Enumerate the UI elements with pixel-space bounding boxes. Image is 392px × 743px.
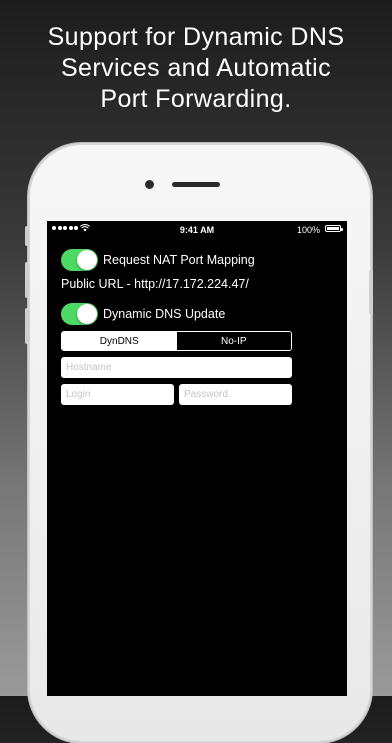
public-url-text: Public URL - http://17.172.224.47/ xyxy=(61,277,249,291)
mute-switch xyxy=(25,226,29,246)
nat-port-mapping-toggle[interactable] xyxy=(61,249,98,271)
volume-down-button xyxy=(25,308,29,344)
battery-icon xyxy=(325,225,343,232)
tab-dyndns[interactable]: DynDNS xyxy=(62,332,177,350)
marketing-headline: Support for Dynamic DNS Services and Aut… xyxy=(0,22,392,115)
tab-no-ip[interactable]: No-IP xyxy=(176,332,291,350)
dns-provider-segmented-control: DynDNS No-IP xyxy=(61,331,292,351)
phone-screen: 9:41 AM 100% Request NAT Port Mapping Pu… xyxy=(47,221,347,696)
dynamic-dns-label: Dynamic DNS Update xyxy=(103,307,226,321)
volume-up-button xyxy=(25,262,29,298)
headline-line-2: Services and Automatic xyxy=(60,54,332,82)
hostname-input[interactable] xyxy=(61,357,292,378)
headline-line-1: Support for Dynamic DNS xyxy=(47,23,345,51)
login-input[interactable] xyxy=(61,384,174,405)
nat-port-mapping-label: Request NAT Port Mapping xyxy=(103,253,255,267)
earpiece-speaker xyxy=(172,182,220,187)
password-input[interactable] xyxy=(179,384,292,405)
dynamic-dns-toggle[interactable] xyxy=(61,303,98,325)
nat-port-mapping-row: Request NAT Port Mapping xyxy=(61,249,255,271)
status-bar: 9:41 AM 100% xyxy=(47,221,347,239)
headline-line-3: Port Forwarding. xyxy=(100,85,292,113)
front-camera xyxy=(145,180,154,189)
battery-percent: 100% xyxy=(296,225,320,235)
dynamic-dns-row: Dynamic DNS Update xyxy=(61,303,225,325)
power-button xyxy=(369,270,373,314)
